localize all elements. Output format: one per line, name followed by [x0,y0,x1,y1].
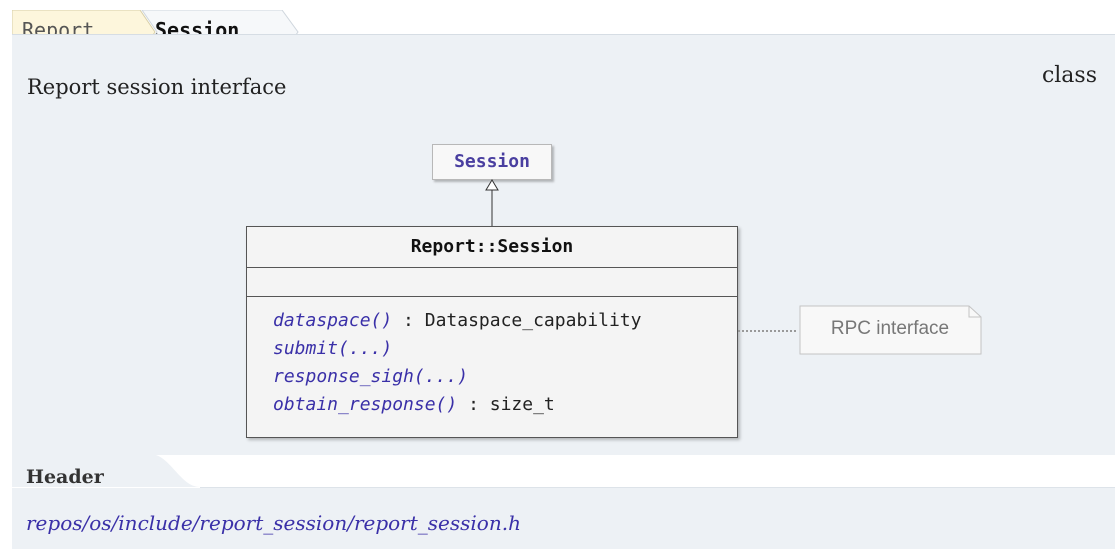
class-panel: class Report session interface Session R… [12,34,1115,455]
header-file-link[interactable]: repos/os/include/report_session/report_s… [26,511,521,535]
header-title: Header [26,466,104,488]
note-connector [738,330,796,332]
method-return: : size_t [457,394,555,415]
method-obtain-response[interactable]: obtain_response() [273,394,457,415]
kind-label: class [1041,63,1097,88]
class-name: Report::Session [247,227,737,268]
class-description: Report session interface [27,75,287,99]
method-row: dataspace() : Dataspace_capability [273,307,737,335]
base-class-box[interactable]: Session [432,144,552,180]
method-row: response_sigh(...) [273,363,737,391]
inheritance-arrow [485,179,499,226]
method-return: : Dataspace_capability [392,310,642,331]
class-box: Report::Session dataspace() : Dataspace_… [246,226,738,438]
method-row: obtain_response() : size_t [273,391,737,419]
class-methods: dataspace() : Dataspace_capability submi… [247,297,737,419]
class-attributes [247,268,737,297]
method-submit[interactable]: submit(...) [273,338,392,359]
rpc-interface-note: RPC interface [830,318,950,339]
method-row: submit(...) [273,335,737,363]
method-response-sigh[interactable]: response_sigh(...) [273,366,468,387]
method-dataspace[interactable]: dataspace() [273,310,392,331]
